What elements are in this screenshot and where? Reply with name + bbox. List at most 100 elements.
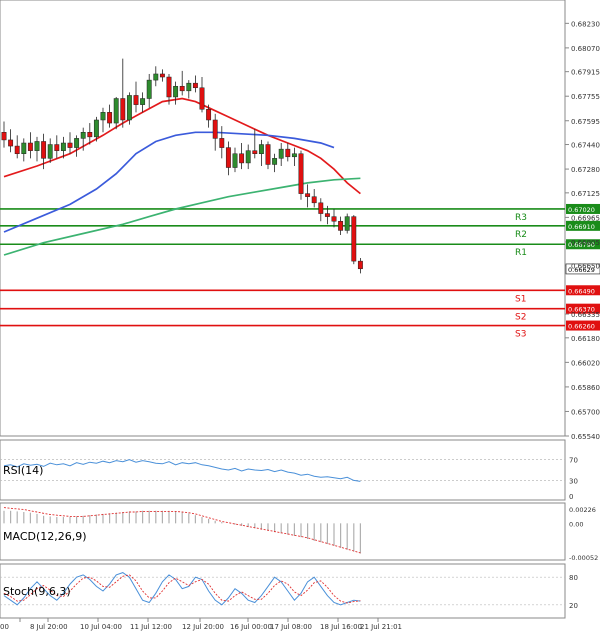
forex-chart-root: R3 0.67020 R2 0.66910 R1 0.66790 S1 0.66490 S2 0.…	[0, 0, 600, 634]
candle-body	[159, 73, 165, 78]
macd-tick-label: -0.00052	[569, 554, 598, 562]
candle-body	[311, 196, 317, 204]
candle-body	[67, 142, 73, 148]
support-label-s1: S1	[515, 294, 526, 304]
candle-body	[153, 73, 159, 81]
candle-body	[357, 260, 363, 270]
candle-body	[212, 119, 218, 139]
price-tick-label: 0.65700	[571, 408, 600, 416]
candle-body	[272, 158, 278, 165]
candle-body	[179, 85, 185, 92]
candle-body	[100, 112, 106, 121]
price-tick-label: 0.66650	[571, 263, 600, 271]
candle-body	[60, 142, 66, 151]
candle-body	[1, 132, 7, 141]
candle-body	[291, 153, 297, 158]
candle	[298, 150, 304, 200]
candle-body	[166, 76, 172, 98]
candle	[344, 213, 350, 234]
support-tag-s1: 0.66490	[568, 287, 595, 295]
candle-body	[225, 147, 231, 168]
support-label-s2: S2	[515, 313, 526, 323]
time-tick-label: 18 Jul 16:00	[320, 623, 362, 631]
time-tick-label: 12 Jul 20:00	[182, 623, 224, 631]
candle-body	[34, 141, 40, 151]
time-tick-label: 11 Jul 12:00	[130, 623, 172, 631]
candle-body	[278, 148, 284, 159]
price-tick-label: 0.68070	[571, 45, 600, 53]
candle-body	[252, 150, 258, 154]
candle-body	[120, 98, 126, 121]
candle-body	[107, 112, 113, 124]
candle-body	[232, 153, 238, 168]
macd-tick-label: 0.00	[569, 520, 583, 528]
candle-body	[265, 144, 271, 165]
candle-body	[305, 193, 311, 197]
candle-body	[245, 150, 251, 164]
candle-body	[47, 144, 53, 159]
candle-body	[318, 202, 324, 214]
candle-body	[192, 82, 198, 89]
candle-body	[21, 142, 27, 154]
candle-body	[258, 144, 264, 154]
candle-body	[331, 216, 337, 222]
candle-body	[199, 87, 205, 110]
candle-body	[113, 98, 119, 124]
time-tick-label: 16 Jul 00:00	[230, 623, 272, 631]
price-tick-label: 0.67595	[571, 118, 600, 126]
candle-body	[351, 216, 357, 262]
candle-body	[146, 79, 152, 99]
candle	[126, 92, 132, 125]
candle-body	[133, 95, 139, 105]
candle	[351, 215, 357, 265]
candle-body	[8, 139, 14, 147]
macd-label: MACD(12,26,9)	[3, 530, 87, 543]
price-tick-label: 0.67915	[571, 69, 600, 77]
price-tick-label: 0.67280	[571, 166, 600, 174]
price-tick-label: 0.65540	[571, 433, 600, 441]
resistance-tag-r3: 0.67020	[568, 206, 595, 214]
resistance-label-r2: R2	[515, 230, 527, 240]
candle-body	[41, 141, 47, 159]
resistance-label-r3: R3	[515, 213, 527, 223]
candle-body	[126, 95, 132, 121]
candle-body	[93, 119, 99, 138]
candle-body	[14, 145, 20, 154]
price-tick-label: 0.66805	[571, 239, 600, 247]
price-tick-label: 0.66180	[571, 335, 600, 343]
stoch-tick-label: 20	[569, 602, 578, 610]
price-tick-label: 0.68230	[571, 20, 600, 28]
stoch-label: Stoch(9,6,3)	[3, 585, 71, 598]
price-tick-label: 0.66020	[571, 359, 600, 367]
rsi-tick-label: 30	[569, 477, 578, 485]
candle-body	[285, 148, 291, 158]
resistance-tag-r2: 0.66910	[568, 223, 595, 231]
price-tick-label: 0.67125	[571, 190, 600, 198]
rsi-label: RSI(14)	[3, 464, 43, 477]
candle-body	[344, 216, 350, 231]
candle-body	[27, 142, 33, 151]
macd-tick-label: 0.00226	[569, 506, 596, 514]
candle-body	[74, 138, 80, 148]
candle-body	[186, 82, 192, 92]
price-tick-label: 0.66335	[571, 311, 600, 319]
price-tick-label: 0.67755	[571, 93, 600, 101]
time-tick-label: 17 Jul 08:00	[270, 623, 312, 631]
candle-body	[54, 144, 60, 151]
candle-body	[173, 85, 179, 98]
time-tick-label: 21 Jul 21:01	[360, 623, 402, 631]
rsi-tick-label: 70	[569, 457, 578, 465]
price-tick-label: 0.65860	[571, 384, 600, 392]
stoch-tick-label: 80	[569, 574, 578, 582]
price-tick-label: 0.66965	[571, 214, 600, 222]
candle-body	[87, 132, 93, 138]
candle-body	[206, 108, 212, 121]
candle-body	[298, 153, 304, 194]
support-tag-s3: 0.66260	[568, 323, 595, 331]
chart-svg: R30.67020R20.66910R10.66790S10.66490S20.…	[0, 0, 600, 634]
candle-body	[239, 153, 245, 164]
rsi-tick-label: 0	[569, 493, 573, 501]
time-tick-label: 8 Jul 20:00	[30, 623, 68, 631]
support-label-s3: S3	[515, 330, 526, 340]
candle-body	[80, 132, 86, 139]
